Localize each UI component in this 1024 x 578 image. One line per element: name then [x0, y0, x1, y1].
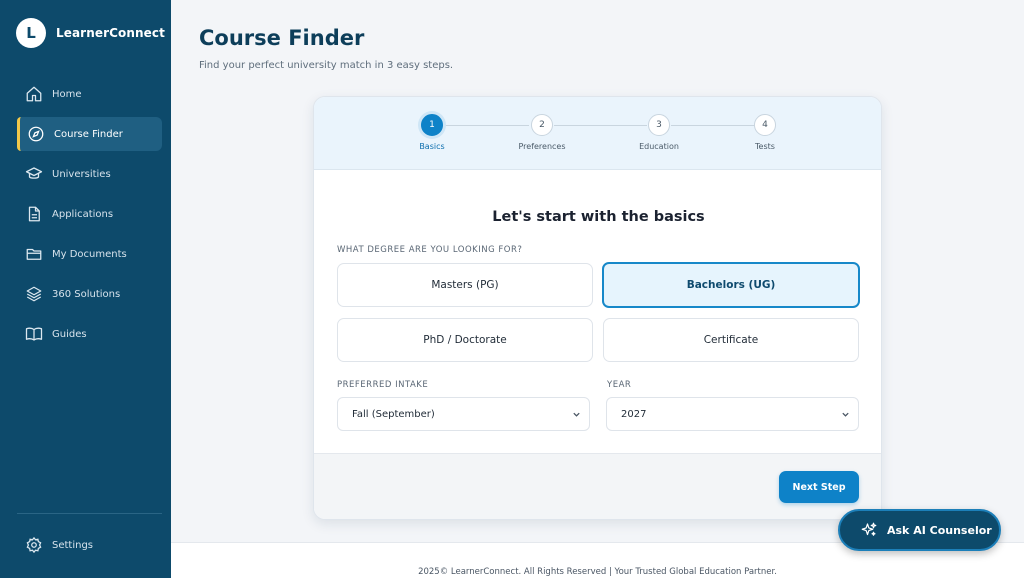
ask-ai-counselor-button[interactable]: Ask AI Counselor — [838, 509, 1001, 551]
step-label: Education — [639, 142, 679, 151]
sidebar-divider — [17, 513, 162, 514]
page-title: Course Finder — [199, 26, 365, 50]
layers-icon — [26, 286, 42, 302]
gear-icon — [26, 536, 42, 554]
course-finder-card: 1 Basics 2 Preferences 3 Education 4 Tes… — [313, 96, 882, 520]
step-label: Tests — [755, 142, 775, 151]
brand[interactable]: L LearnerConnect — [16, 18, 165, 48]
sidebar-item-my-documents[interactable]: My Documents — [17, 237, 162, 271]
graduation-cap-icon — [25, 167, 43, 179]
step-number: 1 — [421, 114, 443, 136]
sidebar-item-label: Course Finder — [54, 128, 123, 140]
step-label: Basics — [419, 142, 445, 151]
sidebar-item-label: Applications — [52, 208, 114, 220]
degree-option-phd[interactable]: PhD / Doctorate — [337, 318, 593, 362]
brand-name: LearnerConnect — [56, 26, 165, 40]
stepper: 1 Basics 2 Preferences 3 Education 4 Tes… — [314, 97, 881, 170]
sparkle-icon — [861, 522, 877, 536]
step-tests[interactable]: 4 Tests — [725, 114, 805, 151]
sidebar-item-universities[interactable]: Universities — [17, 157, 162, 191]
sidebar-item-settings[interactable]: Settings — [17, 528, 162, 562]
sidebar-item-label: 360 Solutions — [52, 288, 121, 300]
document-icon — [28, 206, 40, 222]
sidebar-nav: Home Course Finder Universities Applicat… — [0, 77, 171, 357]
folder-icon — [26, 248, 42, 260]
sidebar-item-home[interactable]: Home — [17, 77, 162, 111]
sidebar-item-course-finder[interactable]: Course Finder — [17, 117, 162, 151]
sidebar-item-guides[interactable]: Guides — [17, 317, 162, 351]
step-preferences[interactable]: 2 Preferences — [502, 114, 582, 151]
brand-logo: L — [16, 18, 46, 48]
chevron-down-icon — [573, 412, 580, 417]
footer-copyright: 2025© LearnerConnect. All Rights Reserve… — [418, 567, 777, 577]
book-icon — [25, 327, 43, 341]
page-subtitle: Find your perfect university match in 3 … — [199, 60, 454, 71]
degree-option-masters[interactable]: Masters (PG) — [337, 263, 593, 307]
home-icon — [26, 86, 42, 102]
step-number: 2 — [531, 114, 553, 136]
year-label: YEAR — [607, 380, 632, 390]
sidebar-item-label: Home — [52, 88, 82, 100]
sidebar-item-label: Guides — [52, 328, 87, 340]
sidebar: L LearnerConnect Home Course Finder Univ… — [0, 0, 171, 578]
next-step-button[interactable]: Next Step — [779, 471, 859, 503]
sidebar-item-360-solutions[interactable]: 360 Solutions — [17, 277, 162, 311]
intake-label: PREFERRED INTAKE — [337, 380, 429, 390]
sidebar-item-label: My Documents — [52, 248, 127, 260]
year-value: 2027 — [621, 408, 647, 420]
sidebar-item-applications[interactable]: Applications — [17, 197, 162, 231]
step-education[interactable]: 3 Education — [619, 114, 699, 151]
card-footer: Next Step — [314, 453, 881, 519]
year-select[interactable]: 2027 — [606, 397, 859, 431]
intake-select[interactable]: Fall (September) — [337, 397, 590, 431]
chevron-down-icon — [842, 412, 849, 417]
step-number: 3 — [648, 114, 670, 136]
form-heading: Let's start with the basics — [492, 209, 705, 225]
ai-button-label: Ask AI Counselor — [887, 523, 992, 537]
degree-option-certificate[interactable]: Certificate — [603, 318, 859, 362]
intake-value: Fall (September) — [352, 408, 435, 420]
compass-icon — [28, 126, 44, 142]
degree-option-bachelors[interactable]: Bachelors (UG) — [602, 262, 860, 308]
step-basics[interactable]: 1 Basics — [392, 114, 472, 151]
settings-label: Settings — [52, 539, 94, 551]
degree-label: WHAT DEGREE ARE YOU LOOKING FOR? — [337, 245, 523, 255]
sidebar-item-label: Universities — [52, 168, 111, 180]
step-label: Preferences — [518, 142, 566, 151]
step-number: 4 — [754, 114, 776, 136]
